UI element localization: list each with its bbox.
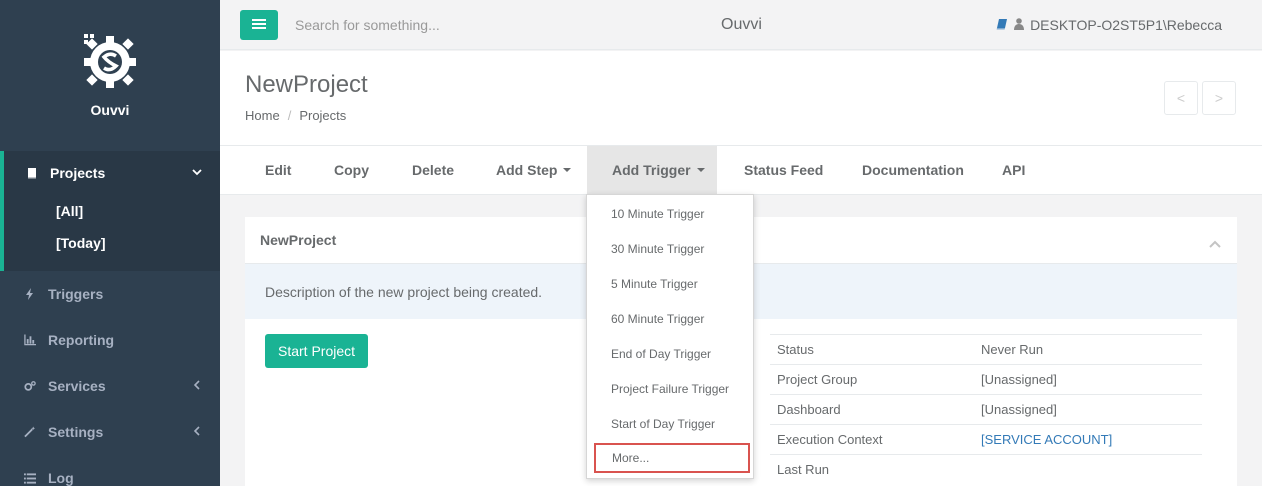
sidebar-item-label: Services xyxy=(48,378,106,394)
bar-chart-icon xyxy=(24,334,36,346)
sidebar-item-label: Reporting xyxy=(48,332,115,348)
table-row: Last Run xyxy=(770,454,1202,485)
execution-context-link[interactable]: [SERVICE ACCOUNT] xyxy=(974,424,1202,455)
table-row: Project Group [Unassigned] xyxy=(770,364,1202,395)
info-value xyxy=(974,454,1202,485)
info-value: Never Run xyxy=(974,334,1202,365)
sidebar-item-label: Projects xyxy=(50,165,106,181)
tab-add-step[interactable]: Add Step xyxy=(496,146,572,194)
chevron-left-icon xyxy=(192,379,202,393)
book-icon xyxy=(26,167,38,179)
breadcrumb-home[interactable]: Home xyxy=(245,108,280,123)
menu-item-60-minute-trigger[interactable]: 60 Minute Trigger xyxy=(587,304,753,334)
tab-copy[interactable]: Copy xyxy=(334,146,369,194)
page-title: NewProject xyxy=(245,71,368,98)
bolt-icon xyxy=(24,288,36,300)
add-trigger-dropdown-menu: 10 Minute Trigger 30 Minute Trigger 5 Mi… xyxy=(586,194,754,479)
brand-name: Ouvvi xyxy=(90,102,130,118)
action-tabs: Edit Copy Delete Add Step Add Trigger St… xyxy=(220,146,1262,195)
app-title: Ouvvi xyxy=(721,16,762,33)
list-icon xyxy=(24,472,36,484)
start-project-button[interactable]: Start Project xyxy=(265,334,368,368)
chevron-left-icon xyxy=(192,425,202,439)
breadcrumb-separator: / xyxy=(287,108,292,123)
user-icon xyxy=(1014,17,1025,33)
caret-down-icon xyxy=(563,168,572,172)
menu-toggle-button[interactable] xyxy=(240,10,278,40)
sidebar: Ouvvi Projects [All] [Today] Triggers Re… xyxy=(0,0,220,486)
info-key: Dashboard xyxy=(770,394,974,425)
tab-documentation[interactable]: Documentation xyxy=(862,146,964,194)
sidebar-item-reporting[interactable]: Reporting xyxy=(0,317,220,363)
menu-item-5-minute-trigger[interactable]: 5 Minute Trigger xyxy=(587,269,753,299)
gear-logo-icon xyxy=(84,34,136,88)
sidebar-item-label: Settings xyxy=(48,424,104,440)
breadcrumb-projects[interactable]: Projects xyxy=(299,108,346,123)
sidebar-item-services[interactable]: Services xyxy=(0,363,220,409)
topbar: Ouvvi DESKTOP-O2ST5P1\Rebecca xyxy=(220,0,1262,50)
brand: Ouvvi xyxy=(0,0,220,151)
sidebar-section-projects: Projects [All] [Today] xyxy=(0,151,220,271)
caret-down-icon xyxy=(696,168,705,172)
search-input[interactable] xyxy=(295,17,595,33)
info-key: Last Run xyxy=(770,454,974,485)
info-value: [Unassigned] xyxy=(974,394,1202,425)
info-value: [Unassigned] xyxy=(974,364,1202,395)
menu-item-start-of-day-trigger[interactable]: Start of Day Trigger xyxy=(587,409,753,439)
breadcrumb: Home / Projects xyxy=(245,108,346,123)
tab-label: Add Step xyxy=(496,162,558,178)
sidebar-item-projects[interactable]: Projects xyxy=(4,151,220,195)
tab-api[interactable]: API xyxy=(1002,146,1025,194)
sidebar-item-triggers[interactable]: Triggers xyxy=(0,271,220,317)
book-icon[interactable] xyxy=(996,17,1008,33)
tab-add-trigger[interactable]: Add Trigger xyxy=(587,146,717,194)
next-button[interactable]: > xyxy=(1202,81,1236,115)
user-info: DESKTOP-O2ST5P1\Rebecca xyxy=(996,17,1222,33)
sidebar-subitem-all[interactable]: [All] xyxy=(4,195,220,227)
magic-wand-icon xyxy=(24,426,36,438)
table-row: Dashboard [Unassigned] xyxy=(770,394,1202,425)
table-row: Status Never Run xyxy=(770,334,1202,365)
menu-item-project-failure-trigger[interactable]: Project Failure Trigger xyxy=(587,374,753,404)
info-key: Project Group xyxy=(770,364,974,395)
sidebar-item-log[interactable]: Log xyxy=(0,455,220,486)
chevron-down-icon xyxy=(192,166,202,180)
sidebar-subitem-today[interactable]: [Today] xyxy=(4,227,220,259)
panel-title: NewProject xyxy=(260,232,337,248)
table-row: Execution Context [SERVICE ACCOUNT] xyxy=(770,424,1202,455)
tab-label: Add Trigger xyxy=(612,162,691,178)
tab-delete[interactable]: Delete xyxy=(412,146,454,194)
tab-edit[interactable]: Edit xyxy=(265,146,291,194)
menu-item-10-minute-trigger[interactable]: 10 Minute Trigger xyxy=(587,199,753,229)
page-heading: NewProject Home / Projects < > xyxy=(220,51,1262,146)
info-key: Status xyxy=(770,334,974,365)
chevron-up-icon[interactable] xyxy=(1209,235,1221,251)
menu-item-more[interactable]: More... xyxy=(594,443,750,473)
info-key: Execution Context xyxy=(770,424,974,455)
menu-item-end-of-day-trigger[interactable]: End of Day Trigger xyxy=(587,339,753,369)
cogs-icon xyxy=(24,380,36,392)
sidebar-item-label: Triggers xyxy=(48,286,104,302)
sidebar-item-label: Log xyxy=(48,470,74,486)
prev-button[interactable]: < xyxy=(1164,81,1198,115)
user-name[interactable]: DESKTOP-O2ST5P1\Rebecca xyxy=(1030,17,1222,33)
project-info-table: Status Never Run Project Group [Unassigned… xyxy=(770,334,1202,485)
menu-item-30-minute-trigger[interactable]: 30 Minute Trigger xyxy=(587,234,753,264)
tab-status-feed[interactable]: Status Feed xyxy=(744,146,823,194)
sidebar-item-settings[interactable]: Settings xyxy=(0,409,220,455)
hamburger-icon xyxy=(252,18,266,33)
